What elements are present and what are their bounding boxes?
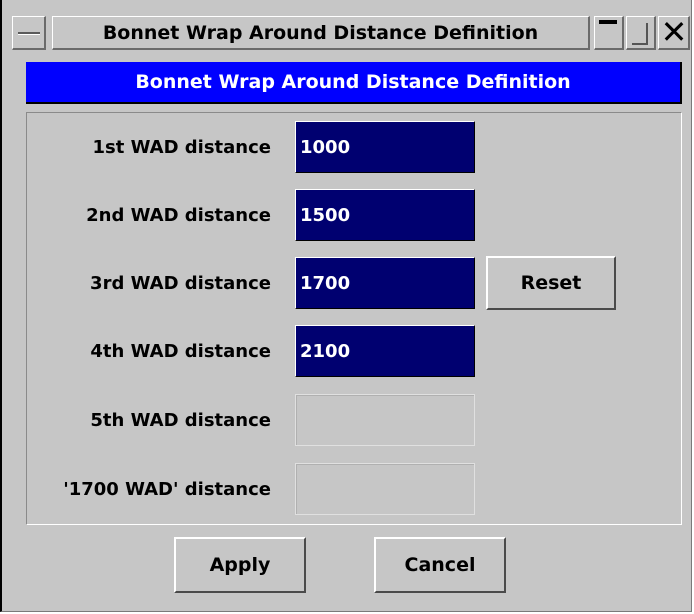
dialog-header: Bonnet Wrap Around Distance Definition	[26, 62, 682, 104]
wad-2-label: 2nd WAD distance	[86, 204, 271, 226]
wad-3-input[interactable]: 1700	[295, 257, 475, 309]
apply-button[interactable]: Apply	[174, 537, 306, 593]
close-button[interactable]: ✕	[658, 13, 690, 51]
window-title[interactable]: Bonnet Wrap Around Distance Definition	[52, 16, 590, 50]
wad-1700-label: '1700 WAD' distance	[63, 478, 271, 500]
system-menu-button[interactable]	[12, 16, 46, 50]
wad-distance-panel: 1st WAD distance 1000 2nd WAD distance 1…	[26, 112, 682, 525]
dialog-window: Bonnet Wrap Around Distance Definition ✕…	[0, 0, 692, 612]
close-icon: ✕	[660, 13, 688, 51]
wad-4-label: 4th WAD distance	[90, 340, 271, 362]
wad-1700-input[interactable]	[295, 463, 475, 515]
minimize-button[interactable]	[594, 16, 624, 50]
dash-icon	[18, 32, 40, 34]
minimize-icon	[599, 20, 617, 24]
reset-button[interactable]: Reset	[486, 256, 616, 310]
maximize-icon	[632, 23, 648, 45]
wad-5-input[interactable]	[295, 394, 475, 446]
wad-4-input[interactable]: 2100	[295, 325, 475, 377]
cancel-button[interactable]: Cancel	[374, 537, 506, 593]
wad-3-label: 3rd WAD distance	[90, 272, 271, 294]
wad-2-input[interactable]: 1500	[295, 189, 475, 241]
wad-1-input[interactable]: 1000	[295, 121, 475, 173]
title-bar: Bonnet Wrap Around Distance Definition ✕	[8, 13, 690, 52]
maximize-button[interactable]	[626, 16, 656, 50]
wad-1-label: 1st WAD distance	[92, 136, 271, 158]
wad-5-label: 5th WAD distance	[90, 409, 271, 431]
